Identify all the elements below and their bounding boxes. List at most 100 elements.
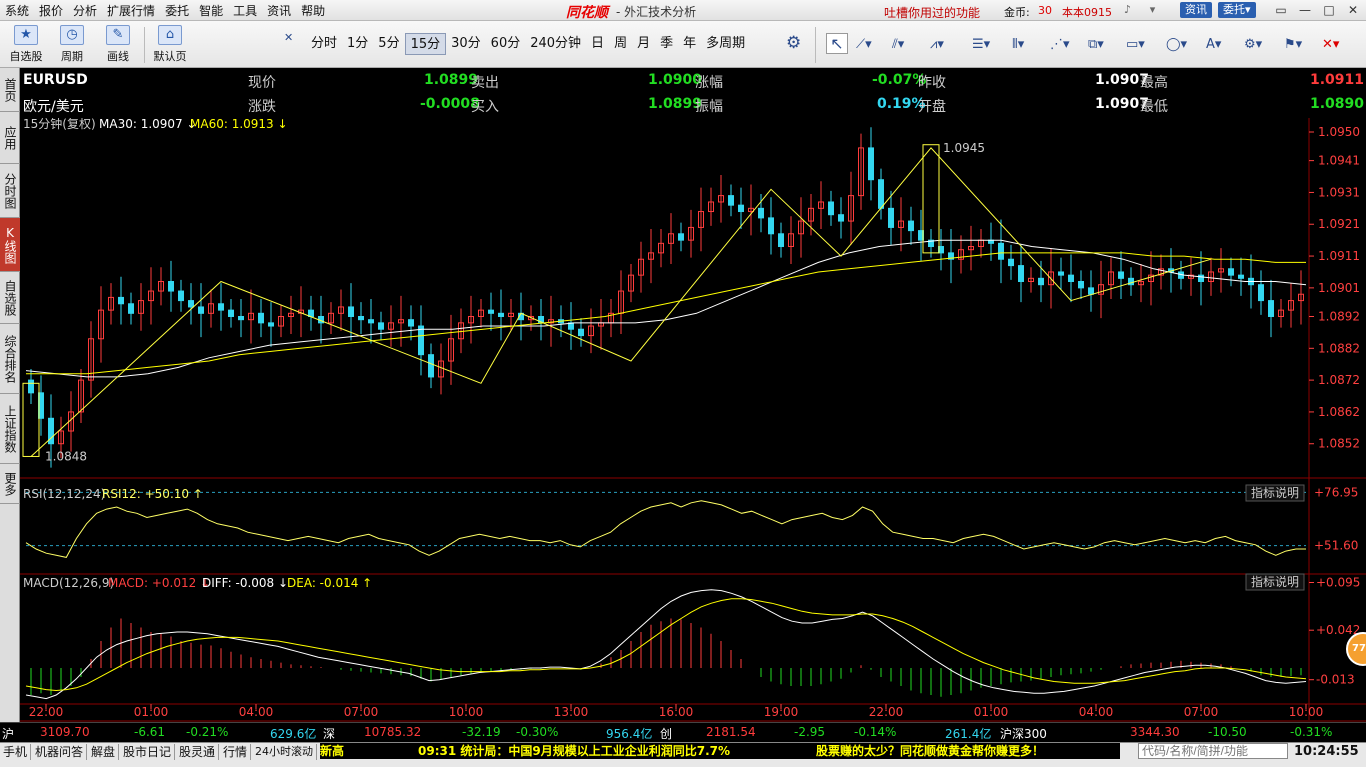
menu-help[interactable]: 帮助 <box>296 2 330 19</box>
news-button[interactable]: 资讯 <box>1180 2 1212 18</box>
bell-icon[interactable]: ♪ <box>1120 3 1135 17</box>
cycle-lines-icon[interactable]: ⦀▾ <box>1012 37 1024 52</box>
candle-body <box>888 207 894 228</box>
menu-trade[interactable]: 委托 <box>160 2 194 19</box>
fan-icon[interactable]: ⋰▾ <box>1050 37 1070 52</box>
tab-mobile[interactable]: 手机 <box>0 744 32 760</box>
candle-body <box>778 233 784 248</box>
sidebar-item-apps[interactable]: 应用 <box>0 112 20 164</box>
sidebar-item-ranking[interactable]: 综合排名 <box>0 324 20 394</box>
label-pct-change: 涨幅 <box>695 75 723 91</box>
index-change-cy: -2.95 <box>794 725 826 739</box>
candle-body <box>1008 258 1014 267</box>
default-page-tool[interactable]: ⌂ 默认页 <box>150 23 190 67</box>
symbol-name: 欧元/美元 <box>23 99 84 115</box>
minimize-icon[interactable]: — <box>1296 2 1314 18</box>
maximize-icon[interactable]: □ <box>1320 2 1338 18</box>
text-tool-icon[interactable]: A▾ <box>1206 37 1221 52</box>
settings-icon[interactable]: ⚙▾ <box>1244 37 1262 52</box>
period-1min[interactable]: 1分 <box>342 33 373 55</box>
channel-icon[interactable]: ⧉▾ <box>1088 37 1104 52</box>
watchlist-tool[interactable]: ★ 自选股 <box>6 23 46 67</box>
tab-24h-news[interactable]: 24小时滚动 <box>252 744 317 760</box>
clock: 10:24:55 <box>1294 744 1359 759</box>
trade-button[interactable]: 委托▾ <box>1218 2 1256 18</box>
tab-market-review[interactable]: 解盘 <box>88 744 120 760</box>
period-15min[interactable]: 15分 <box>404 33 447 55</box>
cursor-icon[interactable]: ↖ <box>826 33 848 54</box>
menu-system[interactable]: 系统 <box>0 2 34 19</box>
menu-analysis[interactable]: 分析 <box>68 2 102 19</box>
candle-body <box>268 322 274 327</box>
collapse-icon[interactable]: ✕ <box>284 31 293 44</box>
ellipse-icon[interactable]: ◯▾ <box>1166 37 1187 52</box>
bookmark-icon[interactable]: ⚑▾ <box>1284 37 1302 52</box>
candle-body <box>678 233 684 241</box>
sidebar-item-more[interactable]: 更多 <box>0 464 20 504</box>
low-mark-label: 1.0848 <box>45 449 87 463</box>
candle-body <box>188 300 194 308</box>
parallel-lines-icon[interactable]: ⫽▾ <box>892 37 904 52</box>
rsi-label: RSI(12,12,24) <box>23 487 105 501</box>
period-year[interactable]: 年 <box>678 33 701 55</box>
candle-body <box>1038 277 1044 286</box>
value-buy: 1.0899 <box>648 96 703 112</box>
kline-chart[interactable]: 1.0950 1.0941 1.0931 1.0921 1.0911 1.0901 1.08… <box>20 118 1366 742</box>
menu-smart[interactable]: 智能 <box>194 2 228 19</box>
label-current: 现价 <box>248 75 276 91</box>
candle-body <box>1088 287 1094 295</box>
time-tick-label: 01:00 <box>134 705 169 719</box>
ticker-tab-new-high[interactable]: 新高 <box>320 743 344 759</box>
draw-tool[interactable]: ✎ 画线 <box>98 23 138 67</box>
code-search-input[interactable] <box>1138 743 1288 759</box>
candle-body <box>198 306 204 314</box>
wave-icon[interactable]: ⩘▾ <box>930 37 944 52</box>
period-30min[interactable]: 30分 <box>446 33 486 55</box>
sidebar-item-sh-index[interactable]: 上证指数 <box>0 394 20 464</box>
line-tool-icon[interactable]: ⟋▾ <box>856 37 872 52</box>
menu-news[interactable]: 资讯 <box>262 2 296 19</box>
menu-extended[interactable]: 扩展行情 <box>102 2 160 19</box>
sidebar-item-intraday[interactable]: 分时图 <box>0 164 20 218</box>
period-5min[interactable]: 5分 <box>373 33 404 55</box>
tab-robot-qa[interactable]: 机器问答 <box>32 744 88 760</box>
shirt-icon[interactable]: ▾ <box>1145 3 1160 17</box>
sidebar-item-watchlist[interactable]: 自选股 <box>0 272 20 324</box>
period-multi[interactable]: 多周期 <box>701 33 750 55</box>
delete-icon[interactable]: ✕▾ <box>1322 37 1339 52</box>
period-240min[interactable]: 240分钟 <box>525 33 586 55</box>
period-month[interactable]: 月 <box>632 33 655 55</box>
label-change: 涨跌 <box>248 99 276 115</box>
tab-stock-link[interactable]: 股灵通 <box>176 744 220 760</box>
gear-icon[interactable]: ⚙ <box>786 33 801 53</box>
ticker-promo[interactable]: 股票赚的太少？同花顺做黄金帮你赚更多！ <box>816 743 1044 759</box>
period-tool[interactable]: ◷ 周期 <box>52 23 92 67</box>
rectangle-icon[interactable]: ▭▾ <box>1126 37 1145 52</box>
period-week[interactable]: 周 <box>609 33 632 55</box>
menu-quote[interactable]: 报价 <box>34 2 68 19</box>
period-quarter[interactable]: 季 <box>655 33 678 55</box>
tab-diary[interactable]: 股市日记 <box>120 744 176 760</box>
time-tick-label: 10:00 <box>449 705 484 719</box>
price-tick-label: 1.0901 <box>1318 281 1360 295</box>
index-change-sz: -32.19 <box>462 725 501 739</box>
candle-body <box>838 214 844 222</box>
sidebar-item-home[interactable]: 首页 <box>0 68 20 112</box>
label-low: 最低 <box>1140 99 1168 115</box>
candle-body <box>178 290 184 302</box>
close-icon[interactable]: ✕ <box>1344 2 1362 18</box>
menu-tools[interactable]: 工具 <box>228 2 262 19</box>
promo-link[interactable]: 吐槽你用过的功能 <box>884 4 980 21</box>
period-day[interactable]: 日 <box>586 33 609 55</box>
sidebar-item-kline[interactable]: K线图 <box>0 218 20 272</box>
ticker-headline[interactable]: 09:31 统计局：中国9月规模以上工业企业利润同比7.7% <box>418 743 730 759</box>
period-intraday[interactable]: 分时 <box>306 33 342 55</box>
candle-body <box>238 315 244 321</box>
restore-icon[interactable]: ▭ <box>1272 2 1290 18</box>
index-value-sh: 3109.70 <box>40 725 90 739</box>
price-tick-label: 1.0852 <box>1318 437 1360 451</box>
tab-quotes[interactable]: 行情 <box>220 744 252 760</box>
fibonacci-icon[interactable]: ☰▾ <box>972 37 990 52</box>
period-60min[interactable]: 60分 <box>486 33 526 55</box>
news-ticker[interactable]: 新高 09:31 统计局：中国9月规模以上工业企业利润同比7.7% 股票赚的太少… <box>320 743 1120 759</box>
